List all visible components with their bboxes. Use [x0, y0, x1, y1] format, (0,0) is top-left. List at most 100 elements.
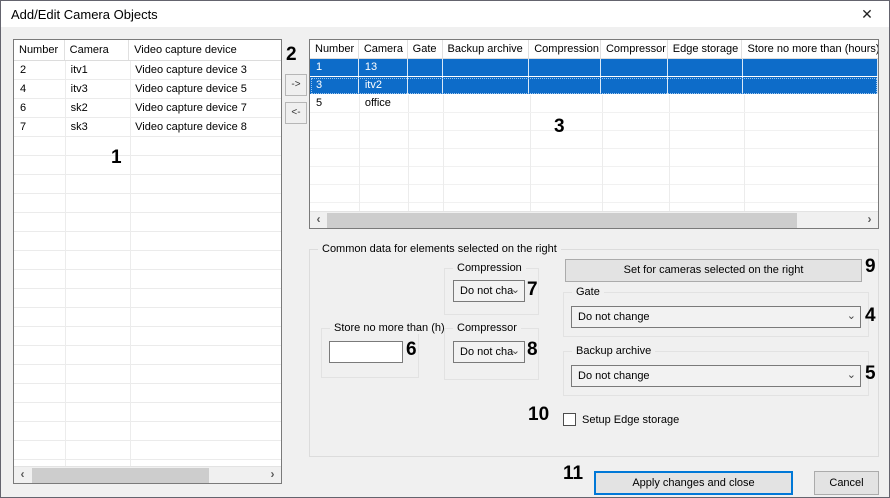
- gate-label: Gate: [572, 286, 604, 298]
- compressor-dropdown[interactable]: Do not cha ⌄: [453, 341, 525, 363]
- store-label: Store no more than (h): [330, 322, 449, 334]
- table-header: Number Camera Gate Backup archive Compre…: [310, 40, 878, 59]
- annotation-11: 11: [563, 463, 584, 484]
- column-header-video-capture-device[interactable]: Video capture device: [129, 40, 281, 60]
- scrollbar-thumb[interactable]: [32, 468, 209, 483]
- move-left-button[interactable]: <-: [285, 102, 307, 124]
- scroll-left-icon[interactable]: ‹: [14, 467, 31, 483]
- store-hours-input[interactable]: [329, 341, 403, 363]
- cell-edge: [668, 95, 743, 112]
- cell-camera: itv2: [359, 77, 408, 94]
- column-header-gate[interactable]: Gate: [408, 40, 443, 58]
- annotation-3: 3: [554, 116, 565, 137]
- column-header-camera[interactable]: Camera: [65, 40, 130, 60]
- annotation-8: 8: [527, 339, 538, 360]
- cell-backup: [443, 59, 530, 76]
- table-header: Number Camera Video capture device: [14, 40, 281, 61]
- cell-camera: itv3: [70, 83, 88, 95]
- compression-value: Do not cha: [460, 285, 514, 297]
- cell-device: Video capture device 8: [135, 121, 247, 133]
- scrollbar-thumb[interactable]: [327, 213, 797, 228]
- cell-device: Video capture device 5: [135, 83, 247, 95]
- gate-dropdown[interactable]: Do not change ⌄: [571, 306, 861, 328]
- column-header-backup-archive[interactable]: Backup archive: [443, 40, 530, 58]
- cell-device: Video capture device 3: [135, 64, 247, 76]
- annotation-6: 6: [406, 339, 417, 360]
- backup-archive-dropdown[interactable]: Do not change ⌄: [571, 365, 861, 387]
- chevron-down-icon: ⌄: [510, 345, 520, 357]
- chevron-down-icon: ⌄: [510, 284, 520, 296]
- compression-label: Compression: [453, 262, 526, 274]
- cancel-button[interactable]: Cancel: [814, 471, 879, 495]
- cell-number: 7: [20, 121, 27, 133]
- apply-changes-button[interactable]: Apply changes and close: [594, 471, 793, 495]
- table-body: 2 itv1 Video capture device 3 4 itv3 Vid…: [14, 61, 281, 466]
- cell-compression: [529, 95, 601, 112]
- cell-gate: [408, 77, 443, 94]
- table-row[interactable]: 7 sk3 Video capture device 8: [14, 118, 281, 137]
- cell-edge: [668, 77, 743, 94]
- arrow-right-icon: ->: [291, 79, 301, 90]
- annotation-7: 7: [527, 279, 538, 300]
- annotation-4: 4: [865, 305, 876, 326]
- cell-store: [742, 95, 878, 112]
- column-header-compression[interactable]: Compression: [529, 40, 601, 58]
- annotation-1: 1: [111, 147, 122, 168]
- horizontal-scrollbar[interactable]: ‹ ›: [14, 466, 281, 483]
- close-icon[interactable]: ✕: [857, 5, 877, 23]
- cell-camera: 13: [359, 59, 408, 76]
- cell-compressor: [601, 59, 668, 76]
- cell-backup: [443, 95, 530, 112]
- cell-camera: office: [364, 97, 391, 109]
- cell-number: 4: [20, 83, 27, 95]
- cell-store: [743, 59, 878, 76]
- scroll-right-icon[interactable]: ›: [264, 467, 281, 483]
- annotation-2: 2: [286, 44, 297, 65]
- annotation-5: 5: [865, 363, 876, 384]
- backup-archive-value: Do not change: [578, 370, 650, 382]
- column-header-compressor[interactable]: Compressor: [601, 40, 668, 58]
- cell-number: 1: [310, 59, 359, 76]
- cell-compressor: [601, 95, 668, 112]
- move-right-button[interactable]: ->: [285, 74, 307, 96]
- chevron-down-icon: ⌄: [846, 310, 856, 322]
- cell-number: 2: [20, 64, 27, 76]
- column-header-camera[interactable]: Camera: [359, 40, 408, 58]
- compressor-value: Do not cha: [460, 346, 514, 358]
- compressor-label: Compressor: [453, 322, 521, 334]
- arrow-left-icon: <-: [291, 107, 301, 118]
- backup-archive-label: Backup archive: [572, 345, 656, 357]
- table-row-selected[interactable]: 1 13: [310, 59, 878, 77]
- selected-cameras-table: Number Camera Gate Backup archive Compre…: [309, 39, 879, 229]
- window-title: Add/Edit Camera Objects: [11, 7, 158, 22]
- gate-value: Do not change: [578, 311, 650, 323]
- set-for-cameras-button[interactable]: Set for cameras selected on the right: [565, 259, 862, 282]
- column-header-store-no-more[interactable]: Store no more than (hours): [742, 40, 878, 58]
- available-cameras-table: Number Camera Video capture device 2 itv…: [13, 39, 282, 484]
- setup-edge-storage-checkbox[interactable]: [563, 413, 576, 426]
- cell-backup: [443, 77, 530, 94]
- annotation-10: 10: [528, 404, 550, 425]
- cell-number: 6: [20, 102, 27, 114]
- scroll-left-icon[interactable]: ‹: [310, 212, 327, 228]
- scroll-right-icon[interactable]: ›: [861, 212, 878, 228]
- cell-gate: [408, 59, 443, 76]
- horizontal-scrollbar[interactable]: ‹ ›: [310, 211, 878, 228]
- chevron-down-icon: ⌄: [846, 369, 856, 381]
- table-row[interactable]: 2 itv1 Video capture device 3: [14, 61, 281, 80]
- table-row[interactable]: 4 itv3 Video capture device 5: [14, 80, 281, 99]
- cell-store: [743, 77, 878, 94]
- column-header-number[interactable]: Number: [310, 40, 359, 58]
- groupbox-title: Common data for elements selected on the…: [318, 243, 561, 255]
- column-header-number[interactable]: Number: [14, 40, 65, 60]
- cell-edge: [668, 59, 743, 76]
- column-header-edge-storage[interactable]: Edge storage: [668, 40, 743, 58]
- table-row[interactable]: 6 sk2 Video capture device 7: [14, 99, 281, 118]
- compression-dropdown[interactable]: Do not cha ⌄: [453, 280, 525, 302]
- cell-camera: sk2: [70, 102, 88, 114]
- setup-edge-storage-label: Setup Edge storage: [582, 414, 680, 426]
- table-row[interactable]: 5 office: [310, 95, 878, 113]
- cell-number: 3: [310, 77, 359, 94]
- cell-compression: [529, 59, 602, 76]
- table-row-selected[interactable]: 3 itv2: [310, 77, 878, 95]
